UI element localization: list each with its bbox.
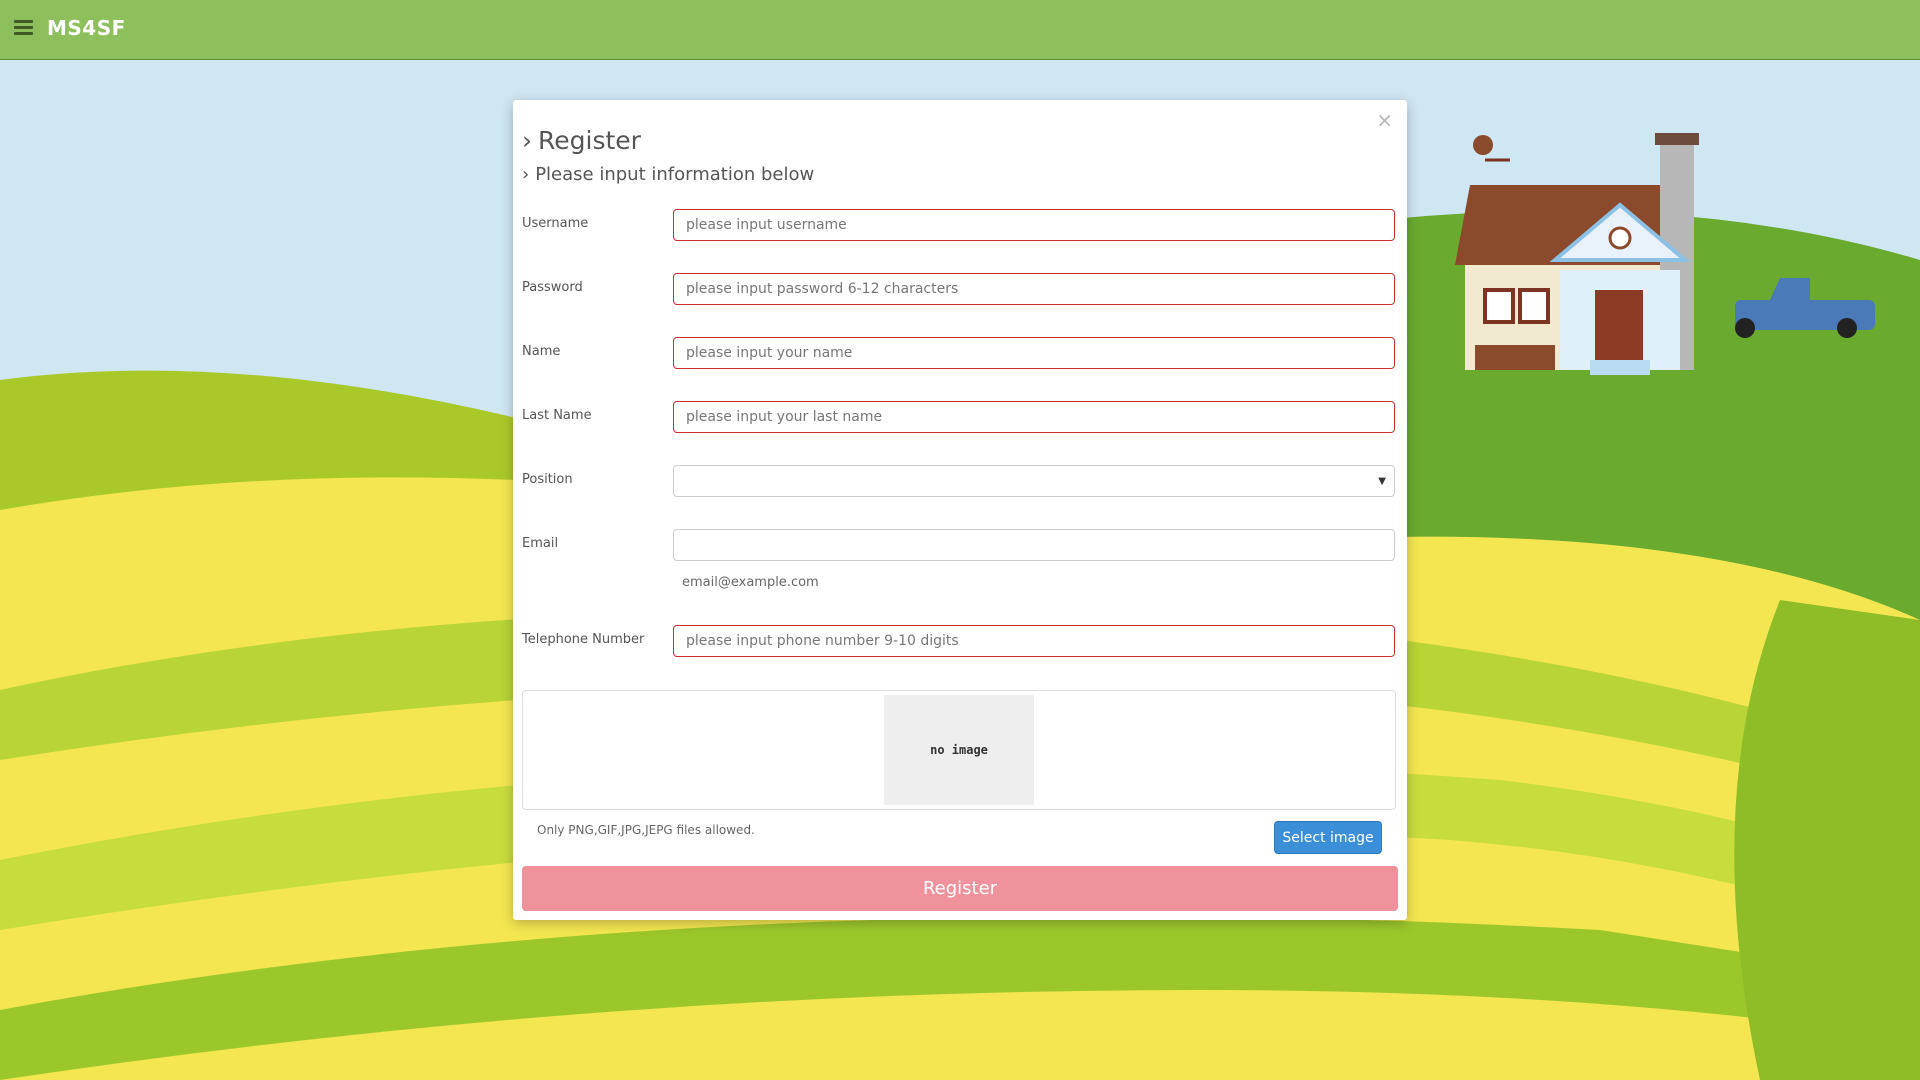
password-input[interactable] <box>673 273 1395 305</box>
email-label: Email <box>522 536 559 551</box>
allowed-files-note: Only PNG,GIF,JPG,JEPG files allowed. <box>537 823 755 837</box>
name-input[interactable] <box>673 337 1395 369</box>
username-input[interactable] <box>673 209 1395 241</box>
position-label: Position <box>522 472 573 487</box>
chevron-right-icon: › <box>522 164 530 185</box>
telephone-label: Telephone Number <box>522 632 645 647</box>
close-icon[interactable]: × <box>1376 108 1393 132</box>
brand-logo[interactable]: MS4SF <box>47 16 126 40</box>
top-navbar: MS4SF <box>0 0 1920 60</box>
register-button[interactable]: Register <box>522 866 1398 911</box>
caret-down-icon: ▼ <box>1378 475 1386 487</box>
email-row: Email email@example.com <box>522 529 1398 590</box>
chevron-right-icon: › <box>522 126 532 155</box>
position-select[interactable]: ▼ <box>673 465 1395 497</box>
telephone-row: Telephone Number <box>522 625 1398 661</box>
modal-subtitle-text: Please input information below <box>535 164 815 185</box>
telephone-input[interactable] <box>673 625 1395 657</box>
name-label: Name <box>522 344 561 359</box>
modal-title-text: Register <box>538 126 641 155</box>
email-help-text: email@example.com <box>682 575 819 590</box>
last-name-input[interactable] <box>673 401 1395 433</box>
name-row: Name <box>522 337 1398 373</box>
last-name-row: Last Name <box>522 401 1398 437</box>
image-preview: no image <box>884 695 1034 805</box>
hamburger-icon[interactable] <box>14 20 33 36</box>
email-input[interactable] <box>673 529 1395 561</box>
last-name-label: Last Name <box>522 408 592 423</box>
password-label: Password <box>522 280 583 295</box>
username-label: Username <box>522 216 589 231</box>
password-row: Password <box>522 273 1398 309</box>
register-modal: × › Register › Please input information be… <box>513 100 1407 920</box>
username-row: Username <box>522 209 1398 245</box>
modal-subtitle: › Please input information below <box>522 164 814 185</box>
image-upload-box: no image <box>522 690 1396 810</box>
modal-title: › Register <box>522 126 641 155</box>
select-image-button[interactable]: Select image <box>1274 821 1382 854</box>
position-row: Position ▼ <box>522 465 1398 501</box>
